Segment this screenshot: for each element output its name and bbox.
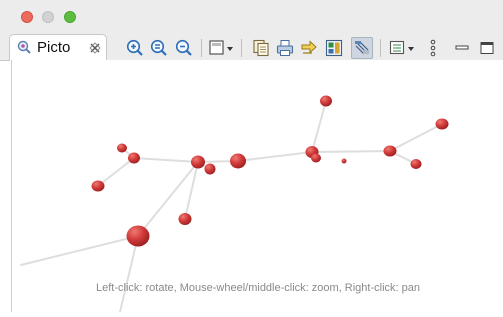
zoom-in-icon[interactable] (126, 39, 144, 57)
graph-edge (119, 235, 139, 313)
graph-node (178, 213, 192, 225)
graph-edge (389, 123, 443, 152)
copy-icon[interactable] (252, 39, 270, 57)
graph-edge (133, 157, 199, 163)
graph-node (435, 118, 449, 130)
window-close-button[interactable] (21, 11, 33, 23)
close-tab-icon[interactable] (89, 41, 101, 59)
print-icon[interactable] (276, 39, 294, 57)
graph-edge (311, 150, 391, 153)
maximize-view-icon[interactable] (478, 39, 496, 57)
tab-label: Picto (37, 39, 71, 56)
zoom-out-icon[interactable] (175, 39, 193, 57)
pick-mode-icon[interactable] (351, 37, 373, 59)
graph-edge (20, 235, 139, 266)
graph-node (117, 143, 127, 153)
graph-node (126, 225, 150, 247)
layout-dropdown-icon[interactable] (208, 39, 234, 57)
toolbar-separator (241, 39, 242, 57)
graph-node (410, 159, 422, 169)
graph-edge (97, 157, 135, 187)
canvas-hint-text: Left-click: rotate, Mouse-wheel/middle-c… (95, 282, 420, 294)
minimize-view-icon[interactable] (453, 39, 471, 57)
graph-node (91, 180, 105, 192)
zoom-fit-icon[interactable] (150, 39, 168, 57)
more-options-icon[interactable] (428, 39, 438, 57)
graph-node (320, 95, 332, 107)
graph-edge (311, 100, 327, 153)
graph-node (341, 158, 347, 164)
window-minimize-button[interactable] (42, 11, 54, 23)
window-zoom-button[interactable] (64, 11, 76, 23)
graph-canvas[interactable]: Left-click: rotate, Mouse-wheel/middle-c… (11, 60, 503, 313)
molecule-graph[interactable] (12, 60, 503, 313)
graph-nodes (91, 95, 449, 247)
graph-edge (237, 151, 313, 162)
toolbar-separator (380, 39, 381, 57)
window-titlebar (0, 0, 503, 34)
graph-node (128, 152, 140, 164)
graph-edges (20, 100, 443, 313)
graph-node (191, 155, 205, 169)
graph-node (204, 163, 216, 175)
graph-node (311, 153, 321, 163)
graph-node (383, 145, 397, 157)
save-image-icon[interactable] (325, 39, 343, 57)
view-menu-icon[interactable] (389, 39, 417, 57)
view-toolbar: Picto (0, 34, 503, 61)
graph-node (230, 153, 246, 169)
export-icon[interactable] (300, 39, 318, 57)
toolbar-separator (201, 39, 202, 57)
tab-picto[interactable]: Picto (9, 34, 107, 61)
picto-view-icon (17, 40, 31, 59)
